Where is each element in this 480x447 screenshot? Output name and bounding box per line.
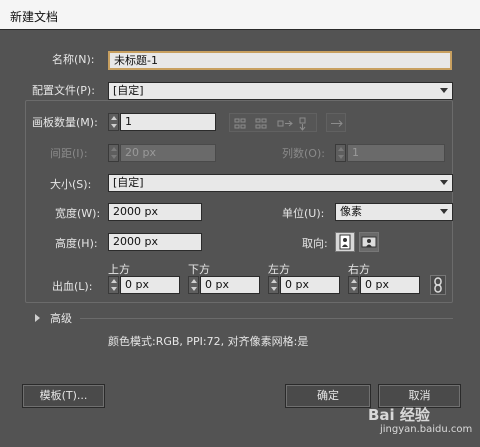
chevron-down-icon [440, 209, 448, 214]
bleed-right-label: 右方 [348, 263, 370, 276]
columns-input: 1 [347, 144, 445, 162]
bleed-left-label: 左方 [268, 263, 290, 276]
dialog-titlebar: 新建文档 [0, 0, 480, 30]
bleed-bottom-label: 下方 [188, 263, 210, 276]
landscape-icon [361, 236, 377, 248]
step-up-icon [338, 147, 344, 151]
units-label: 单位(U): [282, 207, 325, 220]
artboards-label: 画板数量(M): [32, 116, 98, 129]
templates-button[interactable]: 模板(T)... [22, 384, 105, 408]
portrait-orientation-button[interactable] [335, 232, 355, 252]
document-info-text: 颜色模式:RGB, PPI:72, 对齐像素网格:是 [108, 335, 309, 348]
step-up-icon [351, 279, 357, 283]
bleed-bottom-input[interactable]: 0 px [200, 276, 260, 294]
step-up-icon [111, 279, 117, 283]
ok-button[interactable]: 确定 [285, 384, 371, 408]
step-down-icon [111, 287, 117, 291]
bleed-left-stepper[interactable] [268, 276, 279, 294]
profile-value: [自定] [113, 84, 144, 97]
step-down-icon [338, 155, 344, 159]
landscape-orientation-button[interactable] [359, 232, 379, 252]
units-select[interactable]: 像素 [335, 203, 453, 221]
bleed-right-input[interactable]: 0 px [360, 276, 420, 294]
step-up-icon [271, 279, 277, 283]
spacing-stepper [108, 144, 119, 162]
height-input[interactable]: 2000 px [108, 233, 202, 251]
watermark-url: jingyan.baidu.com [380, 424, 473, 435]
artboard-layout-buttons [229, 113, 317, 132]
profile-label: 配置文件(P): [32, 84, 95, 97]
portrait-icon [339, 234, 351, 250]
spacing-label: 间距(I): [50, 147, 88, 160]
profile-select[interactable]: [自定] [108, 82, 453, 100]
size-label: 大小(S): [50, 178, 92, 191]
height-label: 高度(H): [55, 237, 98, 250]
bleed-bottom-stepper[interactable] [188, 276, 199, 294]
right-to-left-icon[interactable] [326, 113, 346, 132]
columns-stepper [335, 144, 346, 162]
bleed-label: 出血(L): [52, 280, 93, 293]
advanced-divider [80, 318, 453, 319]
width-input[interactable]: 2000 px [108, 203, 202, 221]
dialog-title: 新建文档 [10, 10, 59, 24]
artboards-stepper[interactable] [108, 113, 119, 131]
name-label: 名称(N): [52, 53, 95, 66]
size-select[interactable]: [自定] [108, 174, 453, 192]
advanced-label[interactable]: 高级 [50, 312, 72, 326]
bleed-top-input[interactable]: 0 px [120, 276, 180, 294]
bleed-left-input[interactable]: 0 px [280, 276, 340, 294]
columns-label: 列数(O): [282, 147, 325, 160]
bleed-top-stepper[interactable] [108, 276, 119, 294]
step-down-icon [271, 287, 277, 291]
link-bleed-button[interactable] [430, 275, 446, 295]
bleed-right-stepper[interactable] [348, 276, 359, 294]
units-value: 像素 [340, 205, 362, 218]
spacing-input: 20 px [120, 144, 216, 162]
artboards-input[interactable]: 1 [120, 113, 216, 131]
chain-link-icon [434, 277, 442, 293]
watermark-logo: Bai 经验 [368, 406, 430, 424]
step-down-icon [111, 155, 117, 159]
disclosure-triangle-icon[interactable] [35, 314, 40, 322]
size-value: [自定] [113, 176, 144, 189]
artboard-layout-icons [234, 117, 306, 131]
chevron-down-icon [440, 180, 448, 185]
step-up-icon [111, 116, 117, 120]
width-label: 宽度(W): [55, 207, 101, 220]
chevron-down-icon [440, 88, 448, 93]
step-up-icon [111, 147, 117, 151]
step-down-icon [351, 287, 357, 291]
right-to-left-glyph [331, 120, 343, 127]
step-up-icon [191, 279, 197, 283]
bleed-top-label: 上方 [108, 263, 130, 276]
orientation-label: 取向: [302, 237, 328, 250]
step-down-icon [191, 287, 197, 291]
step-down-icon [111, 124, 117, 128]
name-input[interactable]: 未标题-1 [108, 51, 452, 70]
